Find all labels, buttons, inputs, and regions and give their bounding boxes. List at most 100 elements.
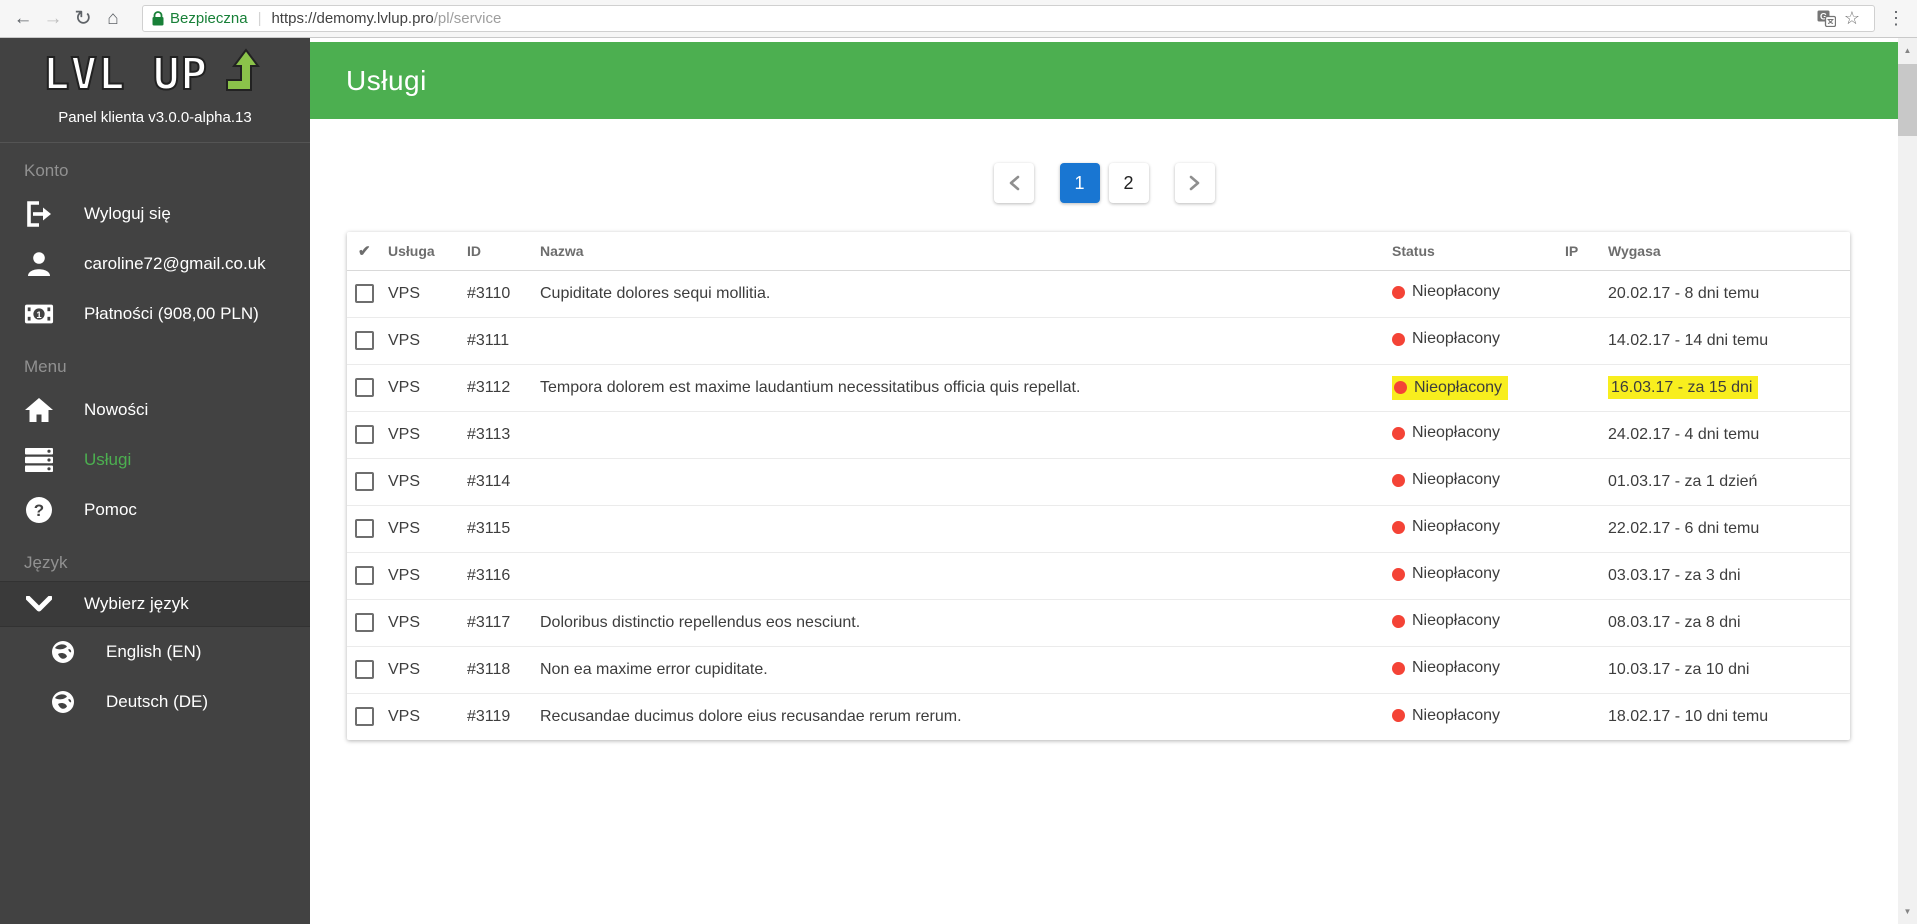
sidebar-item-services[interactable]: Usługi [0,435,310,485]
pagination-page-1[interactable]: 1 [1059,163,1100,203]
secure-label: Bezpieczna [170,10,248,27]
service-expires: 01.03.17 - za 1 dzień [1608,472,1758,490]
service-ip [1565,317,1608,365]
sidebar-item-label: Pomoc [84,500,137,519]
service-ip [1565,599,1608,647]
status-label: Nieopłacony [1412,471,1501,489]
sidebar-item-lang-english[interactable]: English (EN) [0,627,310,677]
service-expires: 24.02.17 - 4 dni temu [1608,425,1760,443]
home-chrome-icon[interactable]: ⌂ [98,4,128,34]
status-dot-icon [1392,567,1405,581]
table-row[interactable]: VPS #3119 Recusandae ducimus dolore eius… [347,693,1850,740]
bookmark-star-icon[interactable]: ☆ [1839,8,1865,29]
browser-menu-icon[interactable]: ⋮ [1883,8,1909,29]
service-expires: 18.02.17 - 10 dni temu [1608,707,1769,725]
sidebar-item-payments[interactable]: 1 Płatności (908,00 PLN) [0,289,310,339]
row-checkbox[interactable] [355,331,374,350]
sidebar-item-choose-language[interactable]: Wybierz język [0,581,310,627]
table-row[interactable]: VPS #3117 Doloribus distinctio repellend… [347,599,1850,647]
table-row[interactable]: VPS #3112 Tempora dolorem est maxime lau… [347,364,1850,412]
address-bar[interactable]: Bezpieczna | https://demomy.lvlup.pro/pl… [142,5,1875,32]
lock-icon [152,11,164,26]
status-label: Nieopłacony [1412,706,1501,724]
table-row[interactable]: VPS #3113 Nieopłacony 24.02.17 - 4 dni t… [347,411,1850,459]
row-checkbox[interactable] [355,472,374,491]
pagination-next-button[interactable] [1174,163,1215,203]
table-row[interactable]: VPS #3111 Nieopłacony 14.02.17 - 14 dni … [347,317,1850,365]
status-dot-icon [1392,614,1405,628]
sidebar-item-account-email[interactable]: caroline72@gmail.co.uk [0,239,310,289]
row-checkbox[interactable] [355,425,374,444]
back-icon[interactable]: ← [8,4,38,34]
status-badge: Nieopłacony [1392,612,1500,630]
service-id: #3114 [467,458,540,506]
scroll-down-icon[interactable]: ▼ [1898,907,1917,916]
pagination-page-2[interactable]: 2 [1108,163,1149,203]
status-label: Nieopłacony [1414,378,1503,396]
row-checkbox[interactable] [355,566,374,585]
service-name: Non ea maxime error cupiditate. [540,646,1392,694]
status-dot-icon [1392,709,1405,722]
service-type: VPS [388,411,467,459]
col-service: Usługa [388,232,467,271]
logo[interactable]: LVL UP Panel klienta v3.0.0-alpha.13 [0,38,310,126]
row-checkbox[interactable] [355,660,374,679]
sidebar-item-news[interactable]: Nowości [0,385,310,435]
table-row[interactable]: VPS #3116 Nieopłacony 03.03.17 - za 3 dn… [347,552,1850,600]
table-row[interactable]: VPS #3114 Nieopłacony 01.03.17 - za 1 dz… [347,458,1850,506]
status-dot-icon [1392,285,1405,299]
service-expires: 03.03.17 - za 3 dni [1608,566,1741,584]
table-row[interactable]: VPS #3115 Nieopłacony 22.02.17 - 6 dni t… [347,505,1850,553]
page-header: Usługi [310,42,1898,119]
service-name [540,505,1392,553]
globe-icon [48,640,78,664]
pagination-prev-button[interactable] [993,163,1034,203]
service-id: #3115 [467,505,540,553]
table-header-row: ✔ Usługa ID Nazwa Status IP Wygasa [347,232,1850,271]
chevron-right-icon [1189,175,1199,191]
row-checkbox[interactable] [355,613,374,632]
sidebar-item-label: Nowości [84,400,149,419]
forward-icon[interactable]: → [38,4,68,34]
col-expires: Wygasa [1608,232,1850,271]
service-type: VPS [388,646,467,694]
reload-icon[interactable]: ↻ [68,4,98,34]
status-badge: Nieopłacony [1392,330,1500,348]
service-expires: 22.02.17 - 6 dni temu [1608,519,1760,537]
sidebar-item-help[interactable]: ? Pomoc [0,485,310,535]
translate-icon[interactable]: G [1813,10,1839,27]
row-checkbox[interactable] [355,519,374,538]
status-label: Nieopłacony [1412,612,1501,630]
service-type: VPS [388,458,467,506]
row-checkbox[interactable] [355,707,374,727]
help-icon: ? [24,496,54,524]
user-icon [24,250,54,278]
service-type: VPS [388,599,467,647]
row-checkbox[interactable] [355,284,374,303]
sidebar-item-logout[interactable]: Wyloguj się [0,189,310,239]
sidebar-item-label: Wybierz język [84,594,189,613]
service-id: #3117 [467,599,540,647]
sidebar-item-lang-german[interactable]: Deutsch (DE) [0,677,310,727]
status-dot-icon [1392,661,1405,675]
page-scrollbar[interactable]: ▲ ▼ [1898,38,1917,924]
service-ip [1565,693,1608,740]
logout-icon [24,200,54,228]
scrollbar-thumb[interactable] [1898,64,1917,136]
url-host: https://demomy.lvlup.pro [271,10,434,27]
status-badge: Nieopłacony [1392,707,1500,725]
table-row[interactable]: VPS #3110 Cupiditate dolores sequi molli… [347,270,1850,318]
secure-indicator[interactable]: Bezpieczna [152,10,248,27]
service-name: Recusandae ducimus dolore eius recusanda… [540,707,962,725]
services-card: ✔ Usługa ID Nazwa Status IP Wygasa VPS #… [347,232,1850,740]
scroll-up-icon[interactable]: ▲ [1898,46,1917,55]
sidebar-item-label: caroline72@gmail.co.uk [84,254,266,273]
services-icon [24,447,54,473]
status-dot-icon [1392,426,1405,440]
browser-toolbar: ← → ↻ ⌂ Bezpieczna | https://demomy.lvlu… [0,0,1917,38]
status-dot-icon [1392,473,1405,487]
url-separator: | [257,10,262,27]
row-checkbox[interactable] [355,378,374,397]
payments-icon: 1 [24,303,54,325]
table-row[interactable]: VPS #3118 Non ea maxime error cupiditate… [347,646,1850,694]
